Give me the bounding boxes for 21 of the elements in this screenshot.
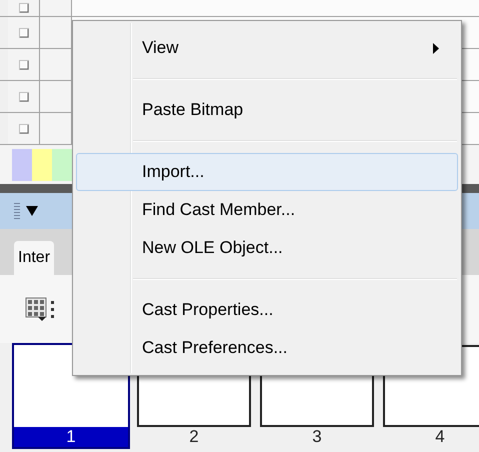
checkbox-icon[interactable]	[18, 28, 28, 38]
grip-icon[interactable]	[14, 203, 20, 219]
color-swatch[interactable]	[32, 149, 52, 181]
menu-item[interactable]: Paste Bitmap	[76, 91, 458, 129]
menu-item[interactable]: Find Cast Member...	[76, 191, 458, 229]
menu-item[interactable]: Cast Properties...	[76, 291, 458, 329]
submenu-arrow-icon	[433, 42, 439, 54]
checkbox-icon[interactable]	[18, 124, 28, 134]
menu-item[interactable]: View	[76, 29, 458, 67]
menu-item[interactable]: New OLE Object...	[76, 229, 458, 267]
checkbox-icon[interactable]	[18, 92, 28, 102]
dots-icon[interactable]	[51, 299, 55, 319]
grid-view-icon[interactable]	[25, 297, 47, 321]
checkbox-icon[interactable]	[18, 60, 28, 70]
panel-tab[interactable]: Inter	[14, 241, 54, 275]
menu-item[interactable]: Import...	[76, 153, 458, 191]
cast-member-number: 1	[14, 427, 128, 447]
checkbox-icon[interactable]	[18, 3, 28, 13]
color-swatch[interactable]	[12, 149, 32, 181]
collapse-triangle-icon[interactable]	[26, 206, 38, 216]
color-swatch[interactable]	[52, 149, 72, 181]
